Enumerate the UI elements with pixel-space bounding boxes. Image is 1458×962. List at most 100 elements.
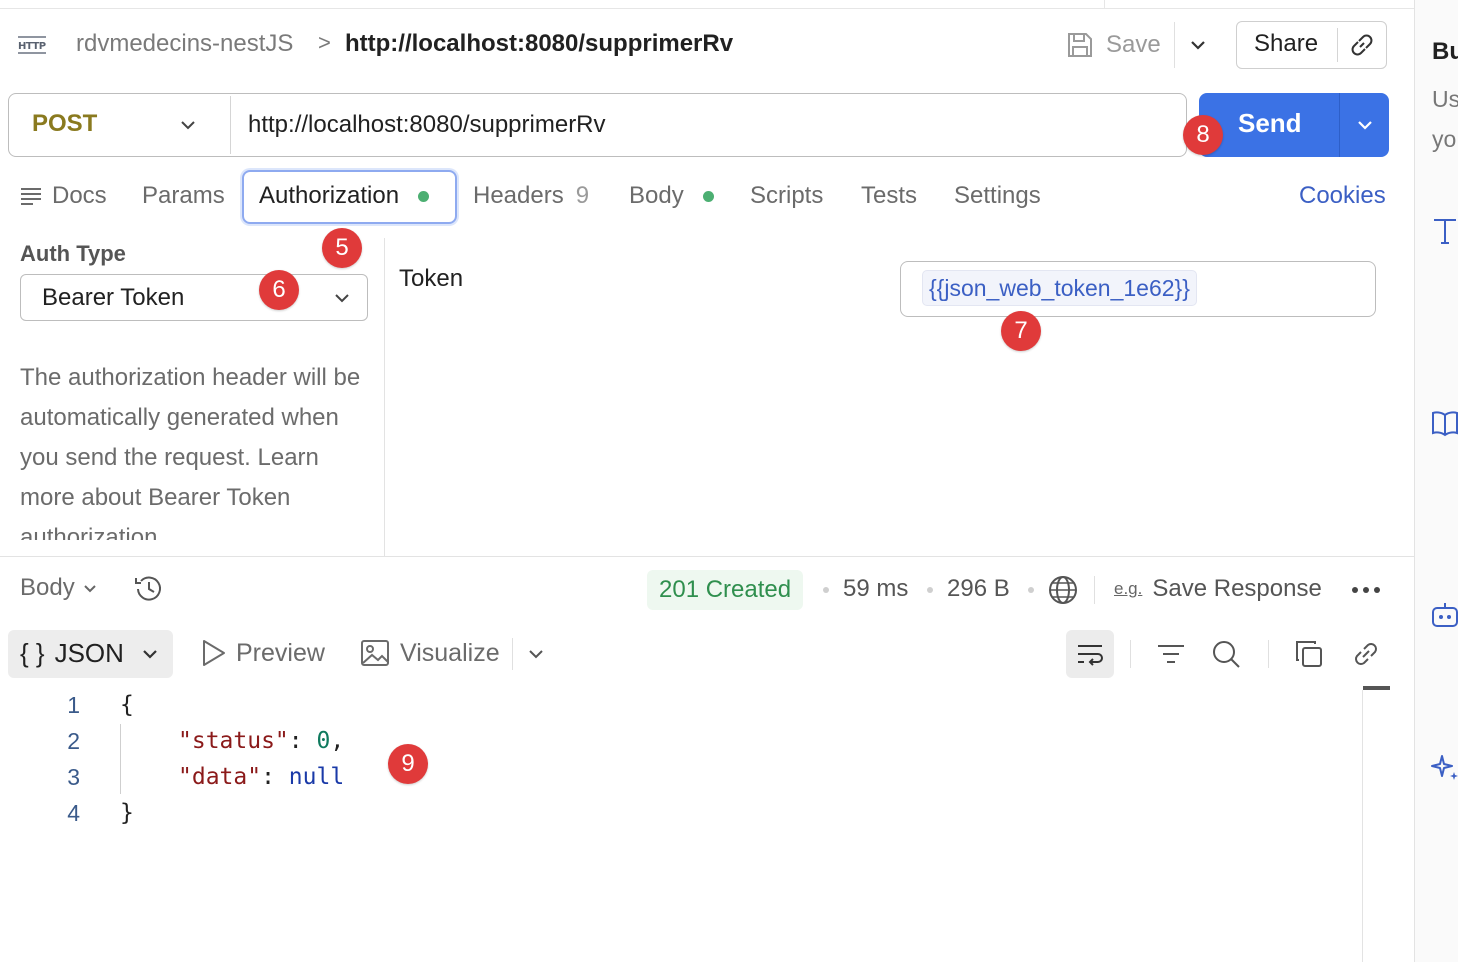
preview-button[interactable]: Preview xyxy=(200,638,325,668)
copy-link-icon[interactable] xyxy=(1347,30,1377,60)
chevron-down-icon[interactable] xyxy=(176,112,200,138)
tab-body-label: Body xyxy=(629,182,684,209)
format-select-label: { } JSON xyxy=(20,638,124,669)
auth-type-label: Auth Type xyxy=(20,241,126,266)
line-number: 3 xyxy=(67,764,80,790)
send-options-chevron-icon[interactable] xyxy=(1352,112,1378,138)
visualize-label: Visualize xyxy=(400,638,500,667)
search-icon[interactable] xyxy=(1210,638,1242,670)
annotation-badge: 8 xyxy=(1183,115,1223,155)
scrollbar-thumb[interactable] xyxy=(1363,686,1390,690)
tab-headers[interactable]: Headers 9 xyxy=(473,182,589,210)
tab-headers-label: Headers xyxy=(473,182,564,209)
annotation-badge: 7 xyxy=(1001,311,1041,351)
tab-authorization[interactable]: Authorization xyxy=(259,182,430,210)
send-divider xyxy=(1339,93,1340,157)
tab-docs-label: Docs xyxy=(52,182,107,209)
side-panel-text: Us xyxy=(1432,86,1458,112)
tab-scripts[interactable]: Scripts xyxy=(750,182,823,210)
share-divider xyxy=(1337,28,1338,62)
status-dot xyxy=(702,190,714,202)
breadcrumb-collection[interactable]: rdvmedecins-nestJS xyxy=(76,30,293,58)
annotation-badge: 9 xyxy=(388,744,428,784)
play-icon xyxy=(203,640,225,666)
sparkle-icon[interactable] xyxy=(1430,752,1458,782)
save-label: Save xyxy=(1106,31,1161,58)
response-divider xyxy=(0,556,1414,557)
more-options-icon[interactable] xyxy=(1350,574,1382,606)
response-time[interactable]: 59 ms xyxy=(843,575,908,603)
breadcrumb-request-name[interactable]: http://localhost:8080/supprimerRv xyxy=(345,30,733,58)
text-icon[interactable] xyxy=(1430,216,1458,246)
tab-body[interactable]: Body xyxy=(629,182,714,210)
save-response-label: Save Response xyxy=(1152,575,1322,602)
breadcrumb-separator: > xyxy=(318,30,331,55)
meta-separator-dot xyxy=(1028,587,1034,593)
response-view-select[interactable]: Body xyxy=(20,574,101,602)
preview-label: Preview xyxy=(236,638,325,667)
code-line: { xyxy=(120,692,134,718)
chevron-down-icon xyxy=(335,294,349,303)
wrap-lines-icon xyxy=(1078,645,1103,666)
token-variable-chip[interactable]: {{json_web_token_1e62}} xyxy=(922,270,1197,306)
annotation-badge: 6 xyxy=(259,270,299,310)
tab-docs[interactable]: Docs xyxy=(20,182,107,210)
side-panel-text: yo xyxy=(1432,126,1457,152)
side-panel-title: Bu xyxy=(1432,38,1458,65)
url-divider xyxy=(230,96,231,154)
top-divider xyxy=(1104,0,1105,9)
cookies-link[interactable]: Cookies xyxy=(1299,182,1386,210)
code-line: } xyxy=(120,800,134,826)
response-view-label: Body xyxy=(20,574,75,601)
line-number: 4 xyxy=(67,800,80,826)
json-key: "status" xyxy=(178,728,289,754)
globe-icon[interactable] xyxy=(1047,574,1079,606)
response-meta-divider xyxy=(1094,576,1095,604)
chevron-down-icon[interactable] xyxy=(524,642,548,666)
tab-tests[interactable]: Tests xyxy=(861,182,917,210)
image-icon xyxy=(361,640,389,666)
save-divider xyxy=(1174,22,1175,68)
filter-icon[interactable] xyxy=(1155,638,1187,670)
response-size[interactable]: 296 B xyxy=(947,575,1010,603)
toolbar-divider xyxy=(1130,640,1131,668)
share-button[interactable]: Share xyxy=(1254,30,1318,58)
url-input[interactable] xyxy=(248,108,1148,142)
method-select[interactable]: POST xyxy=(32,110,97,138)
save-button[interactable]: Save xyxy=(1066,26,1161,64)
meta-separator-dot xyxy=(927,587,933,593)
book-icon[interactable] xyxy=(1430,408,1458,438)
bot-icon[interactable] xyxy=(1430,600,1458,630)
http-icon-text: HTTP xyxy=(18,41,46,52)
history-icon[interactable] xyxy=(132,572,166,606)
tab-settings[interactable]: Settings xyxy=(954,182,1041,210)
example-icon: e.g. xyxy=(1114,579,1143,598)
tab-params[interactable]: Params xyxy=(142,182,225,210)
annotation-badge: 5 xyxy=(322,228,362,268)
auth-panel-divider xyxy=(384,238,385,556)
meta-separator-dot xyxy=(823,587,829,593)
visualize-button[interactable]: Visualize xyxy=(360,638,500,668)
http-request-icon: HTTP xyxy=(16,32,48,58)
json-key: "data" xyxy=(178,764,262,790)
tab-authorization-label: Authorization xyxy=(259,182,400,209)
status-badge[interactable]: 201 Created xyxy=(647,570,804,610)
chevron-down-icon xyxy=(83,585,96,593)
send-button[interactable]: Send xyxy=(1238,108,1302,139)
line-number: 2 xyxy=(67,728,80,754)
line-number: 1 xyxy=(67,692,80,718)
scrollbar-track[interactable] xyxy=(1362,690,1363,962)
copy-icon[interactable] xyxy=(1293,638,1325,670)
toolbar-divider xyxy=(1268,640,1269,668)
indent-guide xyxy=(120,724,121,794)
link-icon[interactable] xyxy=(1350,638,1382,670)
save-response-button[interactable]: e.g. Save Response xyxy=(1114,575,1322,603)
chevron-down-icon xyxy=(143,650,157,659)
code-line: "status": 0, xyxy=(178,728,345,754)
wrap-lines-button[interactable] xyxy=(1066,630,1114,678)
docs-lines-icon xyxy=(21,188,41,205)
json-value: null xyxy=(288,764,345,790)
save-options-chevron-icon[interactable] xyxy=(1186,30,1210,60)
format-label: JSON xyxy=(54,638,124,668)
top-border xyxy=(0,0,1414,9)
